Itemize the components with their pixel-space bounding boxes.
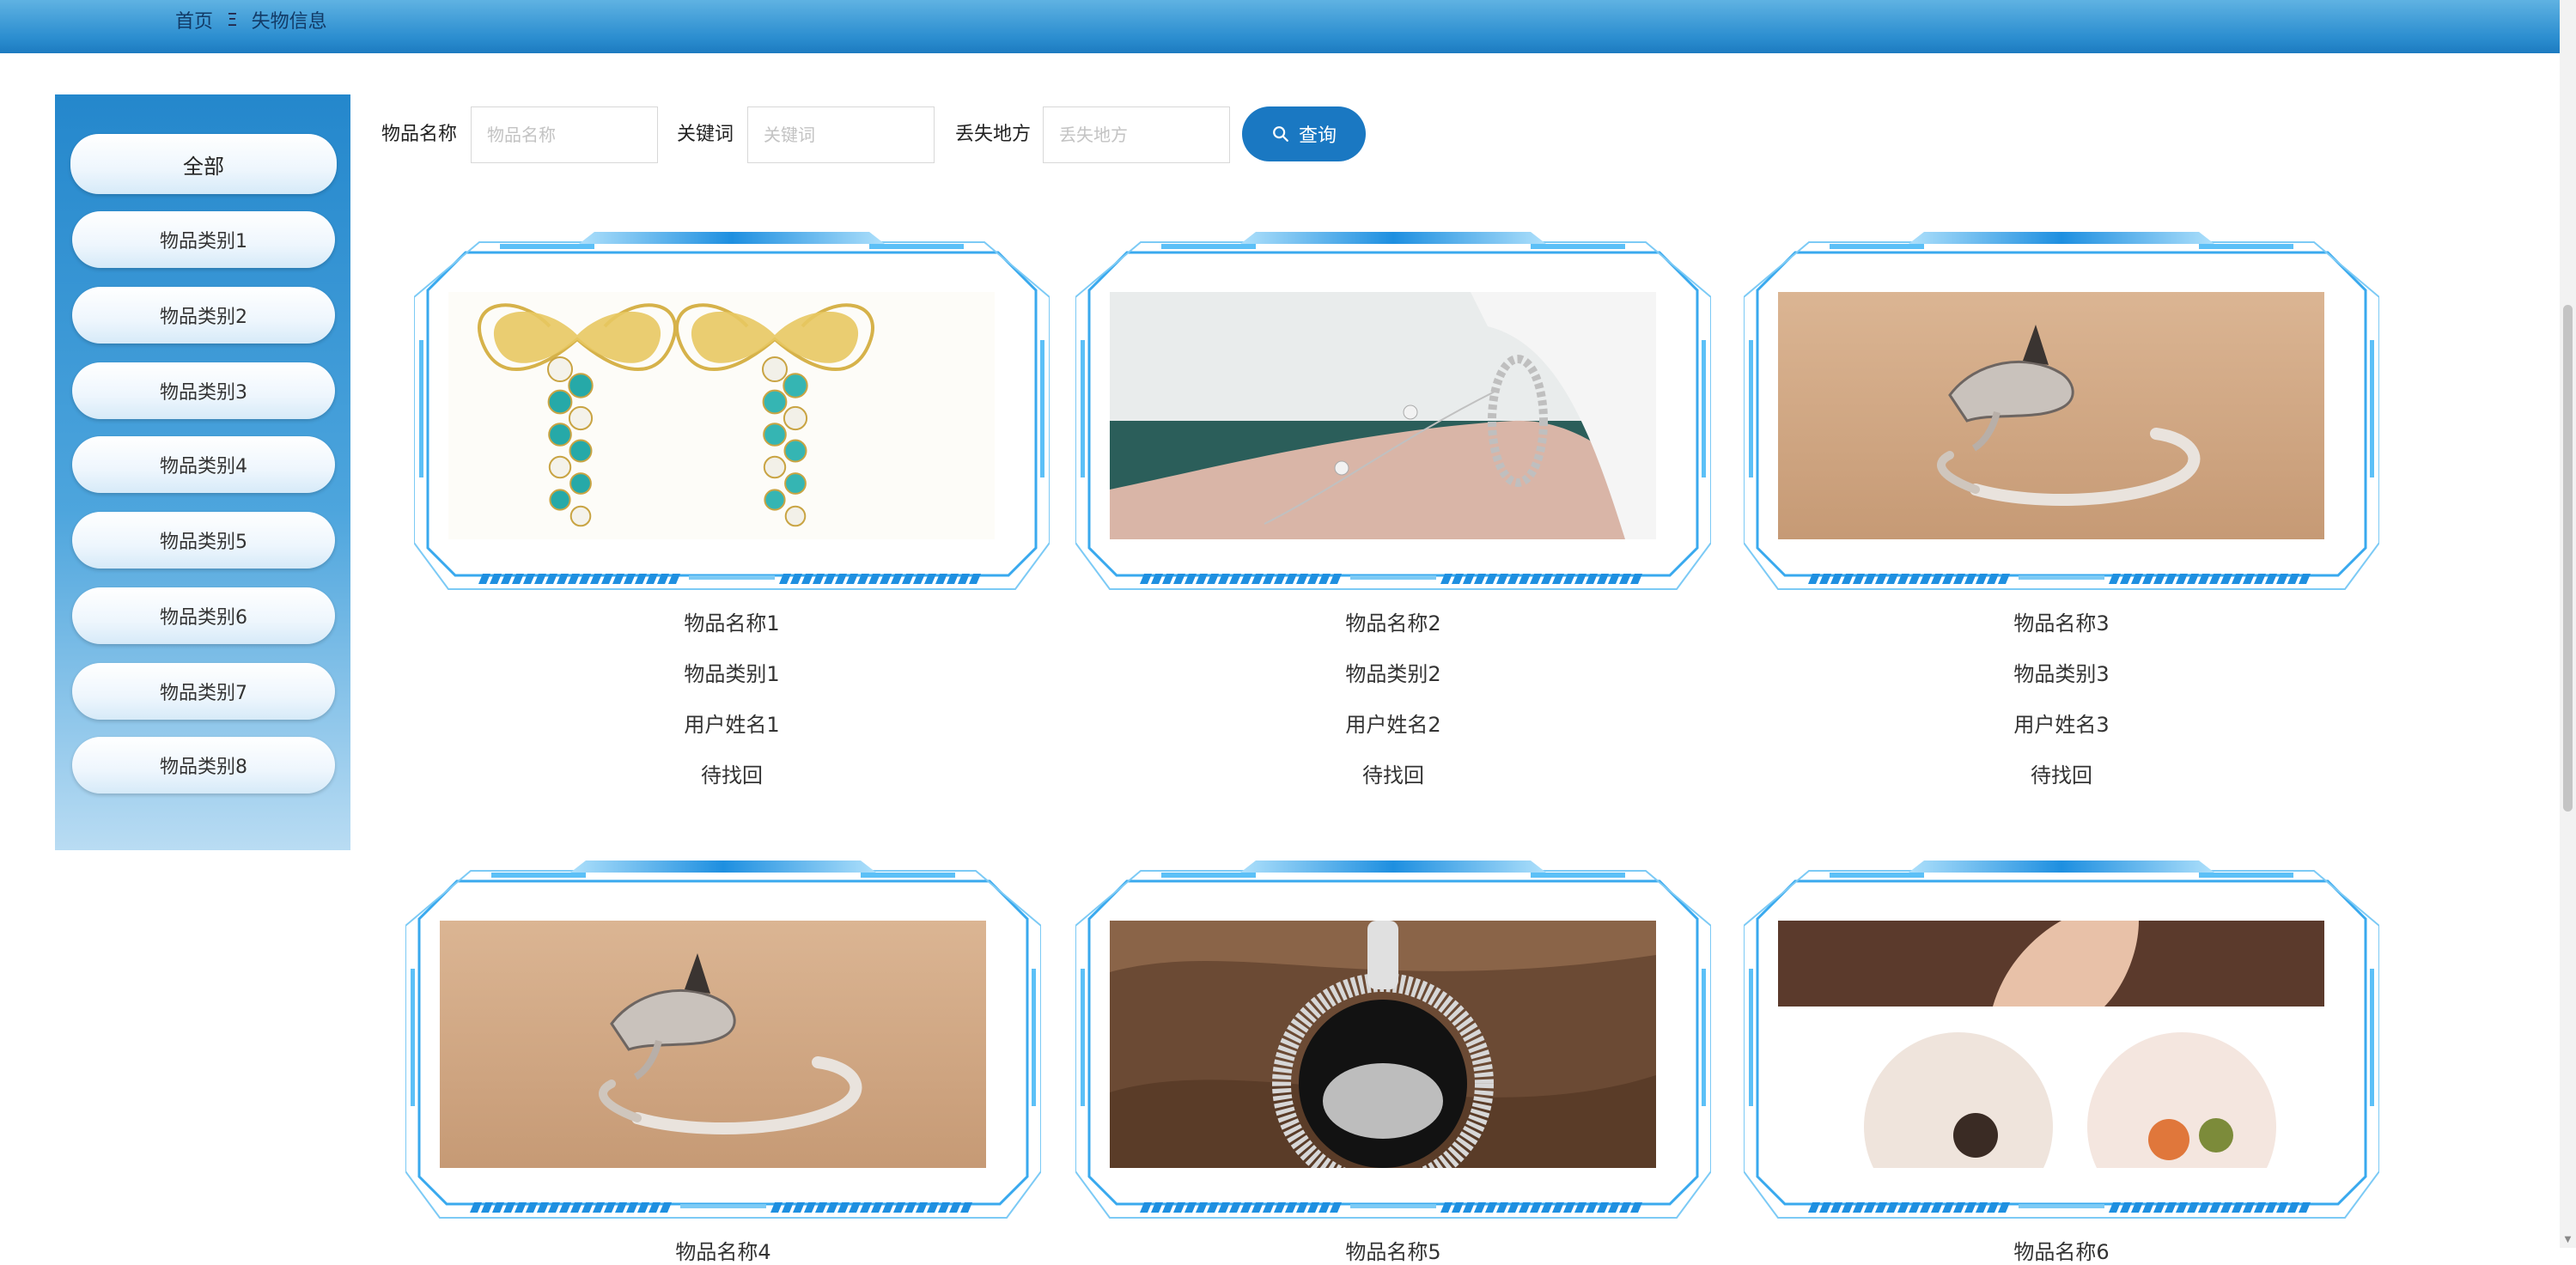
item-name-input[interactable] (471, 106, 658, 163)
item-category: 物品类别1 (684, 662, 780, 686)
item-status: 待找回 (1362, 763, 1424, 788)
lost-place-input[interactable] (1043, 106, 1230, 163)
item-name: 物品名称5 (1345, 1240, 1441, 1264)
item-photo[interactable] (1110, 292, 1656, 539)
category-button-7[interactable]: 物品类别7 (72, 663, 335, 720)
item-photo[interactable] (1110, 921, 1656, 1168)
category-button-4[interactable]: 物品类别4 (72, 436, 335, 493)
breadcrumb-separator: Ξ (227, 9, 238, 30)
category-button-3[interactable]: 物品类别3 (72, 362, 335, 419)
category-button-2[interactable]: 物品类别2 (72, 287, 335, 344)
search-icon (1273, 126, 1288, 142)
category-button-1[interactable]: 物品类别1 (72, 211, 335, 268)
item-photo[interactable] (1778, 921, 2324, 1168)
breadcrumb-current: 失物信息 (251, 11, 327, 33)
item-name-label: 物品名称 (381, 124, 458, 145)
item-name: 物品名称2 (1345, 611, 1441, 636)
scroll-down-arrow-icon[interactable]: ▼ (2563, 1235, 2573, 1244)
item-name: 物品名称6 (2013, 1240, 2110, 1264)
category-all-button[interactable]: 全部 (70, 134, 337, 194)
item-status: 待找回 (701, 763, 763, 788)
item-category: 物品类别2 (1345, 662, 1441, 686)
category-button-6[interactable]: 物品类别6 (72, 587, 335, 644)
lost-place-label: 丢失地方 (955, 124, 1032, 145)
category-sidebar: 全部 物品类别1 物品类别2 物品类别3 物品类别4 物品类别5 物品类别6 物… (55, 94, 350, 850)
item-user-name: 用户姓名3 (2013, 713, 2110, 737)
query-button[interactable]: 查询 (1242, 106, 1366, 161)
item-photo[interactable] (1778, 292, 2324, 539)
keyword-input[interactable] (747, 106, 935, 163)
query-button-label: 查询 (1298, 125, 1337, 146)
item-photo[interactable] (448, 292, 995, 539)
item-status: 待找回 (2031, 763, 2092, 788)
breadcrumb: 首页 Ξ 失物信息 (175, 7, 327, 33)
item-category: 物品类别3 (2013, 662, 2110, 686)
breadcrumb-home[interactable]: 首页 (175, 6, 213, 33)
item-name: 物品名称1 (684, 611, 780, 636)
item-photo[interactable] (440, 921, 986, 1168)
item-name: 物品名称3 (2013, 611, 2110, 636)
item-name: 物品名称4 (675, 1240, 771, 1264)
item-user-name: 用户姓名2 (1345, 713, 1441, 737)
scroll-thumb[interactable] (2563, 305, 2573, 812)
page-scrollbar[interactable]: ▼ (2560, 0, 2576, 1248)
category-button-8[interactable]: 物品类别8 (72, 737, 335, 794)
item-user-name: 用户姓名1 (684, 713, 780, 737)
keyword-label: 关键词 (677, 124, 734, 145)
category-button-5[interactable]: 物品类别5 (72, 512, 335, 569)
top-bar: 首页 Ξ 失物信息 (0, 0, 2560, 53)
